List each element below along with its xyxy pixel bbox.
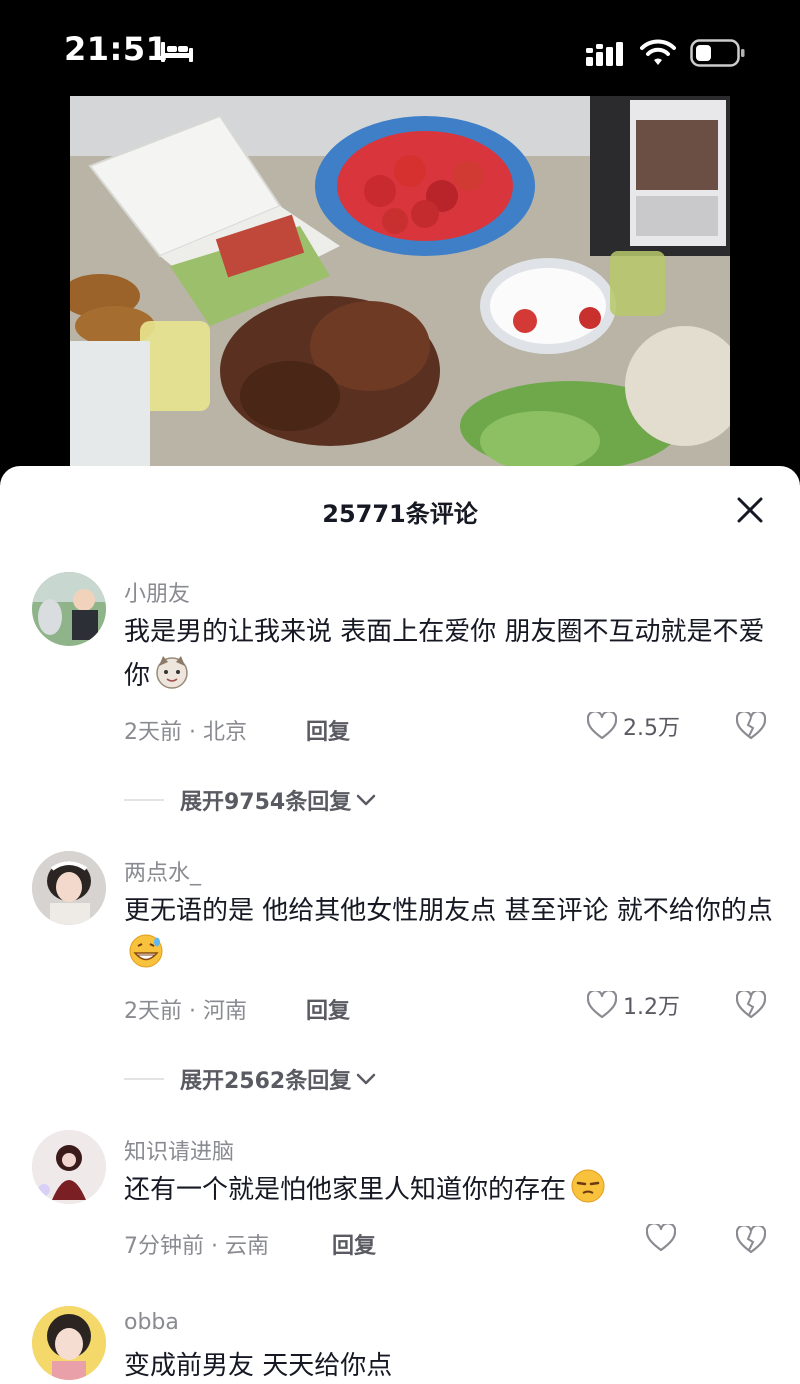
- status-bar: 21:51: [0, 0, 800, 96]
- comment-text: 更无语的是 他给其他女性朋友点 甚至评论 就不给你的点: [124, 889, 774, 977]
- like-button[interactable]: [646, 1224, 682, 1252]
- broken-heart-icon[interactable]: [736, 991, 766, 1019]
- comment-text-body: 变成前男友 天天给你点: [124, 1351, 393, 1381]
- expand-replies-label: 展开2562条回复: [180, 1069, 352, 1094]
- comments-count-title: 25771条评论: [322, 500, 478, 528]
- avatar[interactable]: [32, 572, 106, 646]
- close-icon[interactable]: [732, 492, 768, 528]
- heart-icon: [587, 712, 617, 740]
- comment-username[interactable]: 知识请进脑: [124, 1134, 234, 1166]
- expand-replies-button[interactable]: 展开9754条回复: [124, 784, 377, 816]
- comment-text: 我是男的让我来说 表面上在爱你 朋友圈不互动就是不爱你: [124, 610, 774, 698]
- reply-button[interactable]: 回复: [306, 714, 350, 746]
- broken-heart-icon[interactable]: [736, 1226, 766, 1254]
- divider: [124, 1078, 164, 1080]
- cat-face-emoji: [156, 656, 188, 689]
- expand-replies-button[interactable]: 展开2562条回复: [124, 1063, 377, 1095]
- chevron-down-icon: [356, 794, 376, 806]
- avatar[interactable]: [32, 1306, 106, 1380]
- chevron-down-icon: [356, 1073, 376, 1085]
- broken-heart-icon[interactable]: [736, 712, 766, 740]
- battery-icon: [690, 39, 745, 67]
- comment-time-location: 2天前 · 北京: [124, 720, 247, 745]
- comment-text: 变成前男友 天天给你点: [124, 1344, 774, 1384]
- avatar[interactable]: [32, 1130, 106, 1204]
- grinning-sweat-emoji: [129, 934, 163, 968]
- unamused-emoji: [571, 1169, 605, 1203]
- like-count: 2.5万: [623, 716, 680, 741]
- comment-username[interactable]: obba: [124, 1310, 179, 1335]
- comment-text-body: 还有一个就是怕他家里人知道你的存在: [124, 1175, 567, 1205]
- heart-icon: [587, 991, 617, 1019]
- screen: 21:51 25771条评论 小朋友 我是男的让我来说 表面上在爱你 朋友圈不互…: [0, 0, 800, 1384]
- comment-text-body: 我是男的让我来说 表面上在爱你 朋友圈不互动就是不爱你: [124, 617, 765, 691]
- avatar[interactable]: [32, 851, 106, 925]
- comment-username[interactable]: 小朋友: [124, 576, 190, 608]
- video-frame[interactable]: [70, 96, 730, 468]
- like-count: 1.2万: [623, 995, 680, 1020]
- heart-icon: [646, 1224, 676, 1252]
- reply-button[interactable]: 回复: [332, 1228, 376, 1260]
- reply-button[interactable]: 回复: [306, 993, 350, 1025]
- comment-text: 还有一个就是怕他家里人知道你的存在: [124, 1168, 774, 1212]
- like-button[interactable]: 2.5万: [587, 710, 680, 742]
- comments-sheet: 25771条评论 小朋友 我是男的让我来说 表面上在爱你 朋友圈不互动就是不爱你: [0, 466, 800, 1384]
- comment-text-body: 更无语的是 他给其他女性朋友点 甚至评论 就不给你的点: [124, 896, 773, 926]
- video-frame-image: [70, 96, 730, 468]
- status-time: 21:51: [64, 30, 169, 68]
- divider: [124, 799, 164, 801]
- signal-icon: [586, 42, 623, 66]
- expand-replies-label: 展开9754条回复: [180, 790, 352, 815]
- bed-icon: [161, 42, 193, 62]
- like-button[interactable]: 1.2万: [587, 989, 680, 1021]
- comment-time-location: 7分钟前 · 云南: [124, 1234, 269, 1259]
- comment-time-location: 2天前 · 河南: [124, 999, 247, 1024]
- comment-username[interactable]: 两点水_: [124, 855, 201, 887]
- wifi-icon: [640, 39, 676, 65]
